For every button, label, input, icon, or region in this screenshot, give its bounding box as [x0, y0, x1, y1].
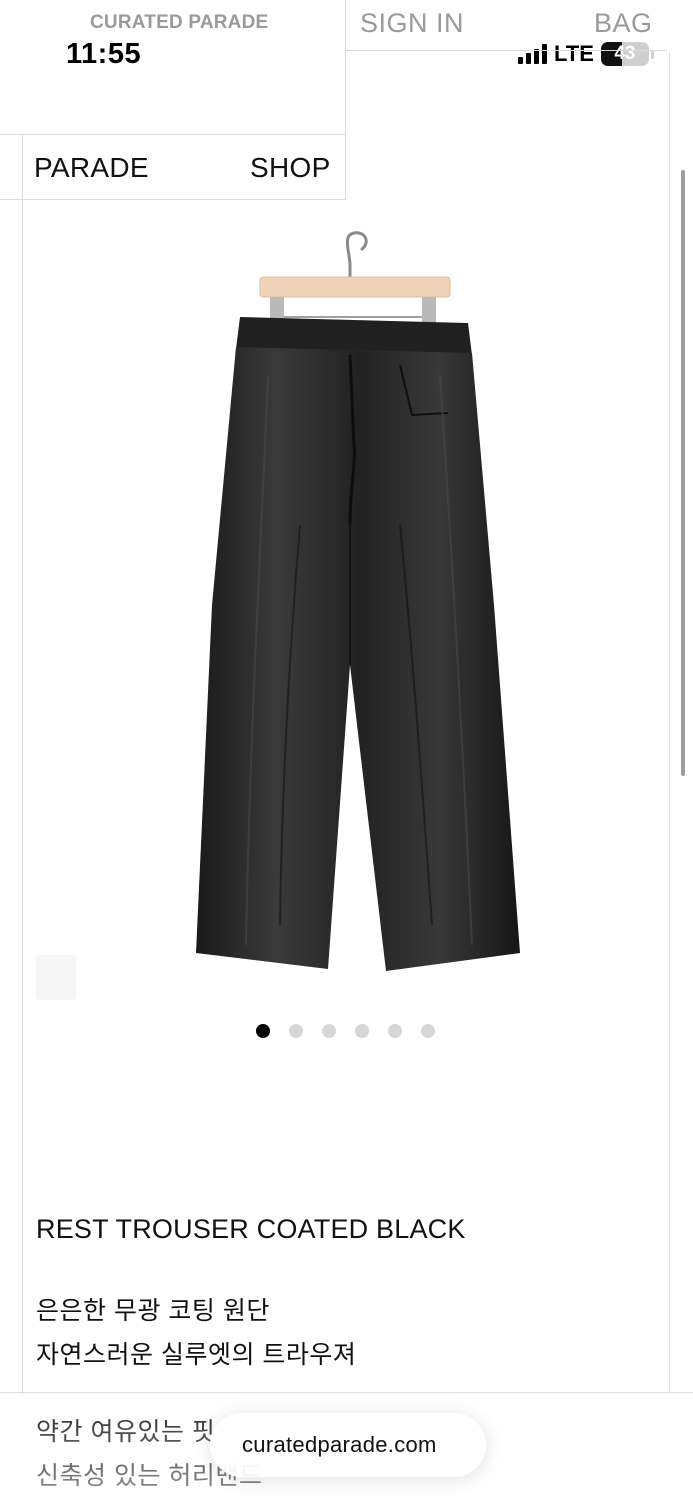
- carousel-dot[interactable]: [421, 1024, 435, 1038]
- nav-parade[interactable]: PARADE: [34, 152, 149, 184]
- cellular-signal-icon: [518, 44, 547, 64]
- carousel-dot[interactable]: [388, 1024, 402, 1038]
- product-title: REST TROUSER COATED BLACK: [36, 1214, 466, 1244]
- url-text: curatedparade.com: [242, 1432, 437, 1457]
- battery-icon: 43: [600, 42, 649, 66]
- url-bar[interactable]: curatedparade.com: [210, 1413, 486, 1477]
- battery-percent: 43: [614, 43, 636, 64]
- image-thumbnail-ghost: [36, 955, 76, 1000]
- bag-link[interactable]: BAG: [594, 8, 653, 39]
- status-indicators: LTE 43: [518, 40, 654, 68]
- product-image[interactable]: [150, 225, 550, 985]
- network-type: LTE: [554, 41, 594, 66]
- site-logo[interactable]: CURATED PARADE: [90, 12, 268, 34]
- product-description-line: 자연스러운 실루엣의 트라우져: [36, 1341, 357, 1369]
- nav-divider: [0, 199, 346, 200]
- status-time: 11:55: [66, 38, 142, 70]
- header-divider-left: [0, 134, 346, 135]
- carousel-dot[interactable]: [355, 1024, 369, 1038]
- product-description-line: 은은한 무광 코팅 원단: [36, 1297, 270, 1325]
- scrollbar[interactable]: [681, 170, 685, 776]
- header-divider-right: [345, 50, 667, 51]
- sign-in-link[interactable]: SIGN IN: [360, 8, 464, 39]
- carousel-dots[interactable]: [256, 1024, 435, 1038]
- header-vertical-divider: [345, 0, 346, 200]
- content-bottom-divider: [0, 1392, 693, 1393]
- content-right-border: [669, 52, 670, 1392]
- product-description-line: 약간 여유있는 핏: [36, 1418, 216, 1446]
- carousel-dot[interactable]: [289, 1024, 303, 1038]
- nav-shop[interactable]: SHOP: [250, 152, 331, 184]
- content-left-border: [22, 134, 23, 1394]
- carousel-dot[interactable]: [256, 1024, 270, 1038]
- carousel-dot[interactable]: [322, 1024, 336, 1038]
